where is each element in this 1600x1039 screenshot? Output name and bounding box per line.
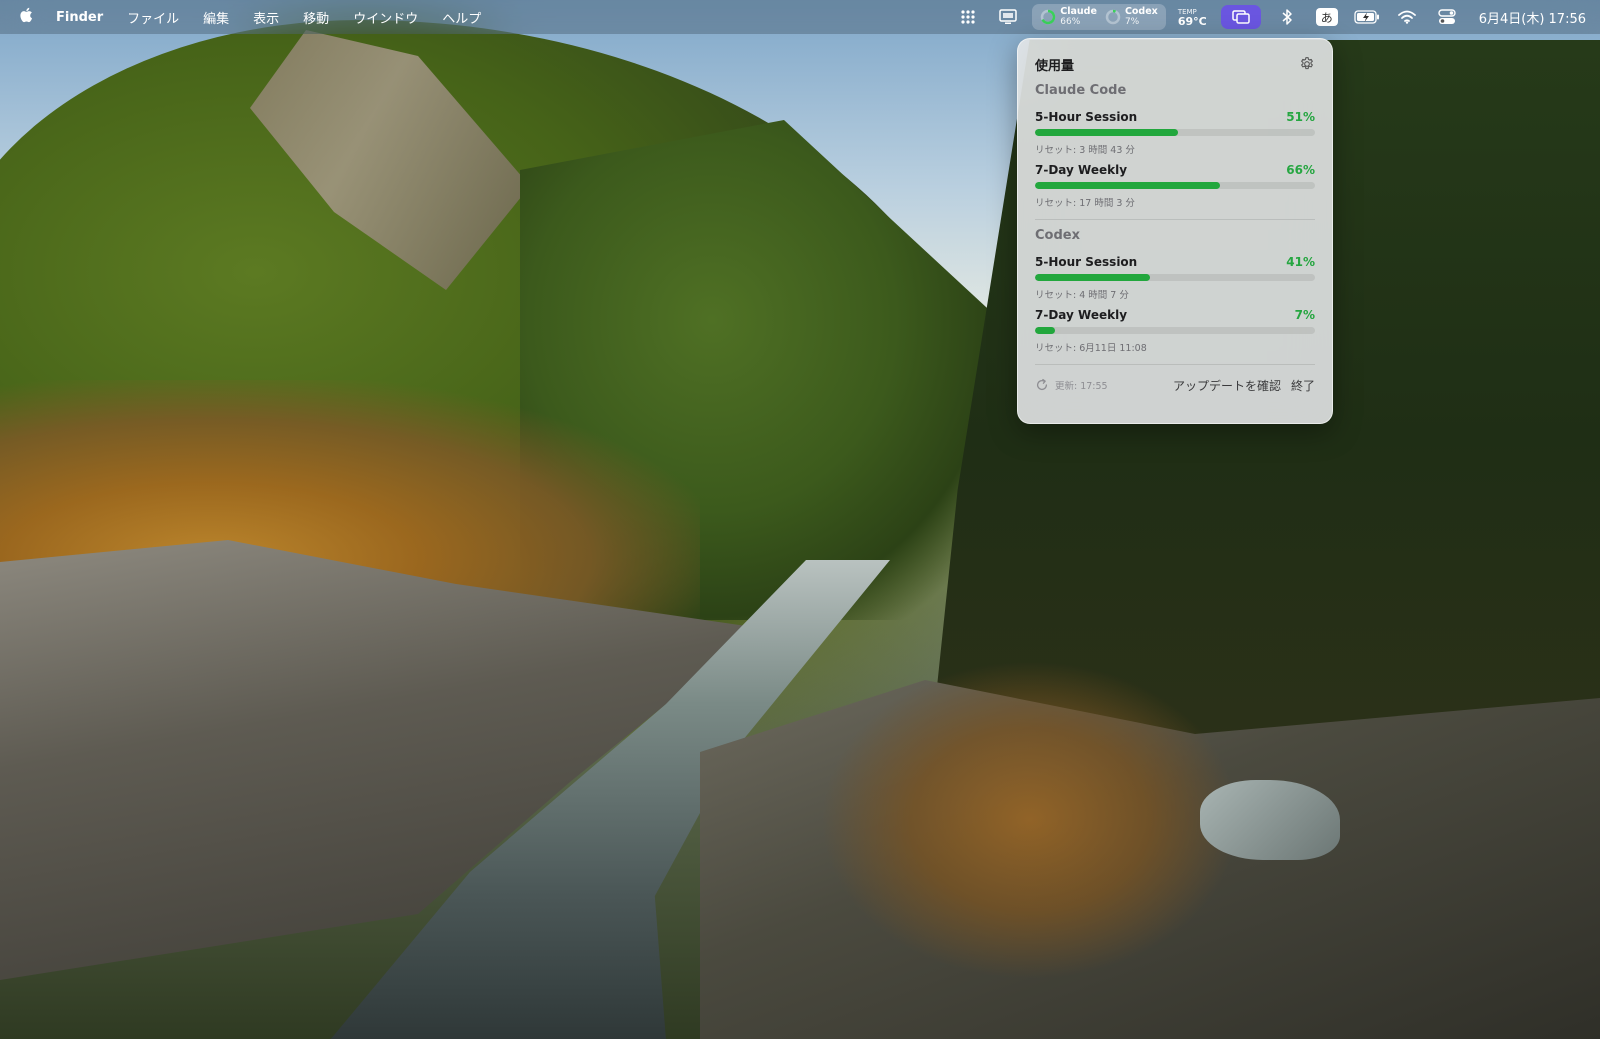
popover-footer: 更新: 17:55 アップデートを確認 終了 bbox=[1035, 374, 1315, 396]
screen-mirror-icon bbox=[1231, 10, 1250, 24]
claude-5hour-metric: 5-Hour Session 51% リセット: 3 時間 43 分 bbox=[1035, 108, 1315, 156]
temperature-indicator[interactable]: TEMP 69°C bbox=[1178, 7, 1207, 27]
display-button[interactable] bbox=[988, 0, 1028, 34]
metric-name: 7-Day Weekly bbox=[1035, 162, 1128, 177]
claude-ring-icon bbox=[1041, 9, 1056, 25]
menu-bar-status-area: Claude 66% Codex 7% TEMP 69°C あ 6月4日(木) … bbox=[948, 0, 1586, 34]
app-menu-finder[interactable]: Finder bbox=[52, 10, 115, 25]
reset-time: リセット: 6月11日 11:08 bbox=[1035, 343, 1147, 354]
display-icon bbox=[999, 9, 1018, 24]
control-center-button[interactable] bbox=[1427, 0, 1467, 34]
codex-5hour-metric: 5-Hour Session 41% リセット: 4 時間 7 分 bbox=[1035, 253, 1315, 301]
menu-help[interactable]: ヘルプ bbox=[430, 8, 493, 27]
usage-menu-extra[interactable]: Claude 66% Codex 7% bbox=[1032, 4, 1166, 30]
progress-bar-fill bbox=[1035, 274, 1150, 281]
reset-time: リセット: 17 時間 3 分 bbox=[1035, 198, 1135, 209]
menu-bar-left: Finder ファイル 編集 表示 移動 ウインドウ ヘルプ bbox=[0, 6, 493, 28]
footer-divider bbox=[1035, 364, 1315, 365]
section-title-codex: Codex bbox=[1035, 228, 1080, 243]
metric-percent: 7% bbox=[1294, 307, 1315, 322]
usage-popover: 使用量 Claude Code 5-Hour Session 51% リセット:… bbox=[1017, 38, 1333, 424]
quit-button[interactable]: 終了 bbox=[1291, 377, 1315, 394]
reset-time: リセット: 3 時間 43 分 bbox=[1035, 145, 1135, 156]
gear-icon[interactable] bbox=[1299, 56, 1315, 72]
menu-bar: Finder ファイル 編集 表示 移動 ウインドウ ヘルプ Claude 66… bbox=[0, 0, 1600, 34]
progress-bar-fill bbox=[1035, 327, 1055, 334]
menu-edit[interactable]: 編集 bbox=[191, 8, 241, 27]
popover-header: 使用量 bbox=[1035, 53, 1315, 75]
temperature-label: TEMP bbox=[1177, 8, 1197, 16]
apple-menu[interactable] bbox=[18, 6, 52, 28]
progress-bar-fill bbox=[1035, 129, 1178, 136]
dots-grid-button[interactable] bbox=[948, 0, 988, 34]
last-updated-text: 更新: 17:55 bbox=[1055, 381, 1108, 392]
codex-ring-icon bbox=[1105, 9, 1121, 25]
menu-window[interactable]: ウインドウ bbox=[341, 8, 430, 27]
codex-7day-metric: 7-Day Weekly 7% リセット: 6月11日 11:08 bbox=[1035, 306, 1315, 354]
codex-percent: 7% bbox=[1124, 17, 1140, 27]
input-method-button[interactable]: あ bbox=[1315, 8, 1338, 26]
progress-track bbox=[1035, 274, 1315, 281]
refresh-icon[interactable] bbox=[1035, 378, 1049, 392]
bluetooth-button[interactable] bbox=[1267, 0, 1307, 34]
reset-time: リセット: 4 時間 7 分 bbox=[1035, 290, 1129, 301]
claude-7day-metric: 7-Day Weekly 66% リセット: 17 時間 3 分 bbox=[1035, 161, 1315, 209]
popover-title: 使用量 bbox=[1035, 58, 1075, 74]
metric-percent: 51% bbox=[1286, 109, 1315, 124]
progress-track bbox=[1035, 327, 1315, 334]
wifi-button[interactable] bbox=[1387, 0, 1427, 34]
check-updates-button[interactable]: アップデートを確認 bbox=[1173, 377, 1281, 394]
bluetooth-icon bbox=[1282, 9, 1292, 25]
progress-track bbox=[1035, 182, 1315, 189]
metric-name: 5-Hour Session bbox=[1035, 254, 1138, 269]
menu-go[interactable]: 移動 bbox=[291, 8, 341, 27]
claude-label: Claude bbox=[1060, 6, 1097, 17]
menu-bar-clock[interactable]: 6月4日(木) 17:56 bbox=[1479, 8, 1586, 27]
metric-name: 5-Hour Session bbox=[1035, 109, 1138, 124]
battery-button[interactable] bbox=[1347, 0, 1387, 34]
codex-label: Codex bbox=[1124, 6, 1158, 17]
metric-name: 7-Day Weekly bbox=[1035, 307, 1128, 322]
temperature-value: 69°C bbox=[1177, 15, 1207, 28]
screen-mirror-button[interactable] bbox=[1220, 5, 1261, 29]
menu-file[interactable]: ファイル bbox=[115, 8, 191, 27]
claude-percent: 66% bbox=[1060, 17, 1081, 27]
section-divider bbox=[1035, 219, 1315, 220]
menu-view[interactable]: 表示 bbox=[241, 8, 291, 27]
codex-usage-indicator: Codex 7% bbox=[1105, 7, 1158, 27]
progress-bar-fill bbox=[1035, 182, 1220, 189]
dots-grid-icon bbox=[961, 10, 975, 24]
metric-percent: 66% bbox=[1286, 162, 1315, 177]
section-title-claude-code: Claude Code bbox=[1035, 83, 1127, 98]
battery-charging-icon bbox=[1354, 10, 1379, 24]
desktop-wallpaper bbox=[0, 0, 1600, 1039]
control-center-icon bbox=[1438, 9, 1456, 24]
progress-track bbox=[1035, 129, 1315, 136]
wallpaper-right-autumn bbox=[820, 660, 1240, 980]
apple-icon bbox=[20, 7, 33, 23]
claude-usage-indicator: Claude 66% bbox=[1040, 7, 1097, 27]
wifi-icon bbox=[1397, 10, 1416, 24]
wallpaper-boulder bbox=[1200, 780, 1340, 860]
metric-percent: 41% bbox=[1286, 254, 1315, 269]
